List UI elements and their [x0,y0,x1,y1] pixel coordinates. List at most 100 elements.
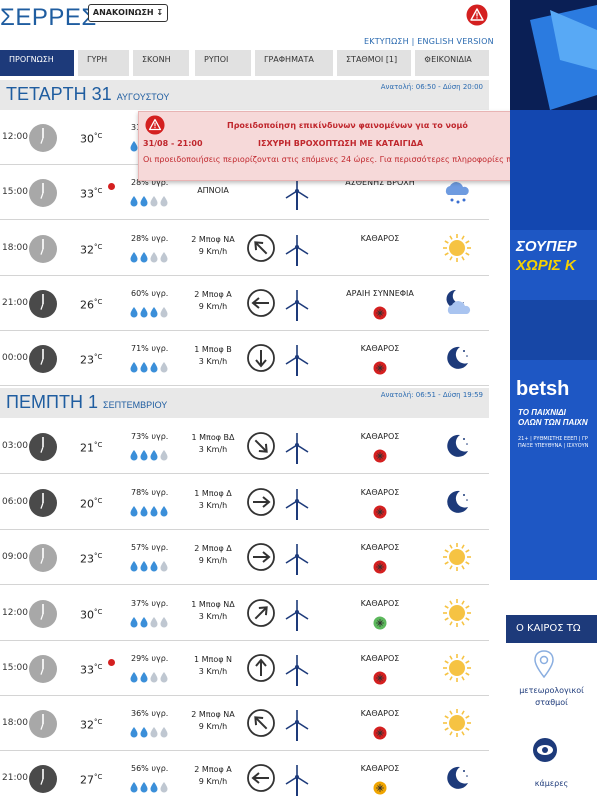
sky-description: ΚΑΘΑΡΟΣ [325,432,435,465]
tab-charts[interactable]: ΓΡΑΦΗΜΑΤΑ [255,50,333,76]
temperature-value: 21 [80,441,94,455]
sky-description-text: ΑΡΑΙΗ ΣΥΝΝΕΦΙΑ [346,289,414,298]
sky-description: ΚΑΘΑΡΟΣ [325,709,435,742]
wind-info: 1 Μποφ Ν 3 Km/h [181,654,245,678]
humidity: 56% υγρ. [131,764,169,773]
day-header-thursday: ΠΕΜΠΤΗ 1 ΣΕΠΤΕΜΒΡΙΟΥ Ανατολή: 06:51 - Δύ… [0,388,489,418]
sky-description-text: ΚΑΘΑΡΟΣ [360,234,400,243]
wind-direction-arrow-icon [246,598,276,632]
tab-stations[interactable]: ΣΤΑΘΜΟΙ [1] [337,50,411,76]
tab-pollen[interactable]: ΓΥΡΗ [78,50,129,76]
temperature-value: 32 [80,718,94,732]
pollen-indicator-icon [325,361,435,377]
forecast-time: 12:00 [2,132,28,142]
wind-beaufort: 2 Μποφ Δ [194,544,232,553]
sky-description-text: ΚΑΘΑΡΟΣ [360,344,400,353]
temperature: 32°C [80,243,102,257]
city-title: ΣΕΡΡΕΣ [0,4,97,31]
wind-beaufort: 2 Μποφ Α [194,290,232,299]
wind-beaufort: 1 Μποφ ΒΔ [191,433,235,442]
weather-sidebar: Ο ΚΑΙΡΟΣ ΤΩ μετεωρολογικοί σταθμοί κάμερ… [506,615,597,800]
sunrise-sunset: Ανατολή: 06:51 - Δύση 19:59 [380,391,483,399]
humidity-drops-icon [130,668,174,687]
wind-turbine-icon [283,708,311,746]
ad-disclaimer-2: ΠΑΙΞΕ ΥΠΕΥΘΥΝΑ | ΙΣΧΥΟΥΝ [518,443,589,449]
heat-alert-dot [108,659,115,666]
forecast-time: 21:00 [2,773,28,783]
wind-info: 1 Μποφ Β 3 Km/h [181,344,245,368]
wind-direction-arrow-icon [246,653,276,687]
ad-headline-2: ΧΩΡΙΣ Κ [516,257,576,274]
forecast-row: 03:00 21°C 73% υγρ. 1 Μποφ ΒΔ 3 Km/h ΚΑΘΑΡΟΣ [0,419,489,474]
forecast-time: 00:00 [2,353,28,363]
temperature-unit: °C [94,353,103,361]
wind-speed: 9 Km/h [198,777,228,786]
warning-alert-icon[interactable] [466,4,488,30]
popup-date: 31/08 - 21:00 [143,139,203,148]
wind-speed: 3 Km/h [198,445,228,454]
heat-alert-dot [108,183,115,190]
forecast-row: 18:00 32°C 28% υγρ. 2 Μποφ ΝΑ 9 Km/h ΚΑΘΑΡΟΣ [0,221,489,276]
day-name: ΠΕΜΠΤΗ 1 ΣΕΠΤΕΜΒΡΙΟΥ [6,392,168,412]
tab-dust[interactable]: ΣΚΟΝΗ [133,50,189,76]
ad-artwork [510,0,597,580]
temperature-unit: °C [94,663,103,671]
forecast-row: 21:00 26°C 60% υγρ. 2 Μποφ Α 9 Km/h ΑΡΑΙΗ ΣΥΝ… [0,276,489,331]
tab-pollutants[interactable]: ΡΥΠΟΙ [195,50,251,76]
wind-turbine-icon [283,763,311,800]
ad-tagline-2: ΟΛΩΝ ΤΩΝ ΠΑΙΧΝ [518,418,588,427]
night-clock-icon [28,488,58,522]
moon-weather-icon [440,485,474,523]
pollen-indicator-icon [325,306,435,322]
wind-speed: 3 Km/h [198,667,228,676]
wind-speed: 3 Km/h [198,357,228,366]
tab-forecast[interactable]: ΠΡΟΓΝΩΣΗ [0,50,74,76]
humidity-drops-icon [130,502,174,521]
announcement-button[interactable]: ΑΝΑΚΟΙΝΩΣΗ ↧ [88,4,168,22]
humidity: 29% υγρ. [131,654,169,663]
advertisement-banner[interactable]: ΣΟΥΠΕΡ ΧΩΡΙΣ Κ betsh ΤΟ ΠΑΙΧΝΙΔΙ ΟΛΩΝ ΤΩ… [510,0,597,580]
day-header-wednesday: ΤΕΤΑΡΤΗ 31 ΑΥΓΟΥΣΤΟΥ Ανατολή: 06:50 - Δύ… [0,80,489,110]
humidity: 71% υγρ. [131,344,169,353]
wind-direction-arrow-icon [246,763,276,797]
camera-eye-icon[interactable] [532,737,558,767]
sky-description-text: ΚΑΘΑΡΟΣ [360,599,400,608]
humidity-drops-icon [130,723,174,742]
moon-weather-icon [440,429,474,467]
map-pin-icon[interactable] [534,650,554,682]
moon-weather-icon [440,341,474,379]
popup-title: Προειδοποίηση επικίνδυνων φαινομένων για… [227,121,468,130]
temperature: 33°C [80,663,102,677]
wind-speed: 9 Km/h [198,302,228,311]
sun-weather-icon [440,540,474,578]
cameras-link[interactable]: κάμερες [506,778,597,790]
sky-description: ΚΑΘΑΡΟΣ [325,764,435,797]
pollen-indicator-icon [325,781,435,797]
day-clock-icon [28,654,58,688]
wind-beaufort: 2 Μποφ ΝΑ [191,710,235,719]
sun-weather-icon [440,706,474,744]
sky-description: ΚΑΘΑΡΟΣ [325,344,435,377]
wind-speed: 9 Km/h [198,247,228,256]
tab-icons[interactable]: ⚙ΕΙΚΟΝΙΔΙΑ [415,50,489,76]
humidity: 73% υγρ. [131,432,169,441]
sky-description: ΚΑΘΑΡΟΣ [325,488,435,521]
temperature-unit: °C [94,608,103,616]
ad-brand: betsh [516,378,570,400]
page: ΣΕΡΡΕΣ ΑΝΑΚΟΙΝΩΣΗ ↧ ΕΚΤΥΠΩΣΗ | ENGLISH V… [0,0,597,800]
sky-description-text: ΚΑΘΑΡΟΣ [360,543,400,552]
print-english-links[interactable]: ΕΚΤΥΠΩΣΗ | ENGLISH VERSION [364,37,494,46]
humidity: 60% υγρ. [131,289,169,298]
wind-info: 2 Μποφ ΝΑ 9 Km/h [181,709,245,733]
temperature-value: 23 [80,353,94,367]
wind-direction-arrow-icon [246,343,276,377]
sky-description-text: ΚΑΘΑΡΟΣ [360,709,400,718]
pollen-indicator-icon [325,560,435,576]
temperature: 20°C [80,497,102,511]
ad-tagline-1: ΤΟ ΠΑΙΧΝΙΔΙ [518,408,566,417]
stations-link[interactable]: μετεωρολογικοί σταθμοί [506,685,597,709]
sky-description: ΚΑΘΑΡΟΣ [325,654,435,687]
wind-direction-arrow-icon [246,487,276,521]
temperature-unit: °C [94,132,103,140]
wind-info: 1 Μποφ ΒΔ 3 Km/h [181,432,245,456]
